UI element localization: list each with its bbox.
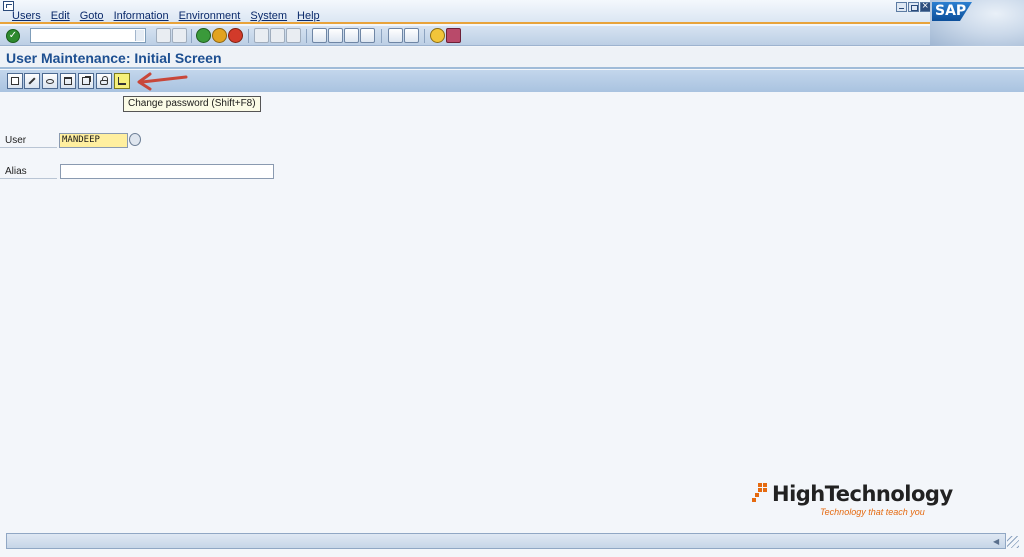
user-input[interactable]: MANDEEP	[59, 133, 128, 148]
maximize-icon[interactable]	[908, 2, 919, 12]
status-collapse-icon[interactable]: ◀	[993, 537, 999, 546]
menu-environment[interactable]: Environment	[179, 10, 241, 22]
status-bar	[6, 533, 1006, 549]
command-history-dropdown-icon[interactable]	[135, 30, 144, 41]
sap-logo: SAP	[932, 2, 972, 21]
menu-bar: Users Edit Goto Information Environment …	[0, 0, 1024, 24]
toolbar-separator	[306, 29, 307, 43]
alias-label-underline	[0, 178, 57, 179]
save-icon[interactable]	[172, 28, 187, 43]
shortcut-icon[interactable]	[404, 28, 419, 43]
first-page-icon[interactable]	[312, 28, 327, 43]
last-page-icon[interactable]	[360, 28, 375, 43]
delete-button[interactable]	[60, 73, 76, 89]
minimize-icon[interactable]	[896, 2, 907, 12]
value-help-icon[interactable]	[129, 133, 141, 146]
copy-icon	[82, 77, 90, 85]
display-button[interactable]	[42, 73, 58, 89]
toolbar-separator	[191, 29, 192, 43]
change-button[interactable]	[24, 73, 40, 89]
hightechnology-logo-icon	[752, 483, 767, 502]
user-label-underline	[0, 147, 57, 148]
page-title: User Maintenance: Initial Screen	[6, 50, 222, 66]
lock-icon	[100, 76, 108, 85]
menu-information[interactable]: Information	[114, 10, 169, 22]
alias-input[interactable]	[60, 164, 274, 179]
menu-system[interactable]: System	[250, 10, 287, 22]
copy-button[interactable]	[78, 73, 94, 89]
find-next-icon[interactable]	[286, 28, 301, 43]
menu-list: Users Edit Goto Information Environment …	[12, 10, 320, 22]
back-icon[interactable]	[196, 28, 211, 43]
pencil-icon	[28, 77, 36, 85]
create-doc-icon	[11, 77, 19, 85]
help-icon[interactable]	[430, 28, 445, 43]
resize-grip-icon[interactable]	[1007, 536, 1019, 548]
title-bar: User Maintenance: Initial Screen	[0, 47, 1024, 69]
exit-icon[interactable]	[212, 28, 227, 43]
brand-name: HighTechnology	[772, 482, 953, 506]
create-session-icon[interactable]	[388, 28, 403, 43]
change-password-button[interactable]	[114, 73, 130, 89]
menu-edit[interactable]: Edit	[51, 10, 70, 22]
print-icon[interactable]	[254, 28, 269, 43]
change-password-tooltip: Change password (Shift+F8)	[123, 96, 261, 112]
user-label: User	[5, 135, 27, 146]
layout-menu-icon[interactable]	[446, 28, 461, 43]
create-button[interactable]	[7, 73, 23, 89]
lock-unlock-button[interactable]	[96, 73, 112, 89]
toolbar-separator	[424, 29, 425, 43]
enter-checkmark-icon[interactable]: ✓	[6, 29, 20, 43]
menu-users[interactable]: Users	[12, 10, 41, 22]
toolbar-separator	[381, 29, 382, 43]
alias-label: Alias	[5, 166, 27, 177]
system-toolbar: ✓	[0, 26, 930, 46]
change-password-icon	[118, 77, 126, 85]
find-icon[interactable]	[270, 28, 285, 43]
brand-tagline: Technology that teach you	[820, 507, 925, 517]
next-page-icon[interactable]	[344, 28, 359, 43]
annotation-arrow	[137, 72, 188, 91]
back-arrow-icon[interactable]	[156, 28, 171, 43]
menu-goto[interactable]: Goto	[80, 10, 104, 22]
trash-icon	[64, 77, 72, 85]
command-field[interactable]	[30, 28, 146, 43]
sap-logo-area: SAP	[930, 0, 1024, 46]
previous-page-icon[interactable]	[328, 28, 343, 43]
glasses-icon	[46, 79, 54, 84]
cancel-icon[interactable]	[228, 28, 243, 43]
toolbar-separator	[248, 29, 249, 43]
menu-help[interactable]: Help	[297, 10, 320, 22]
